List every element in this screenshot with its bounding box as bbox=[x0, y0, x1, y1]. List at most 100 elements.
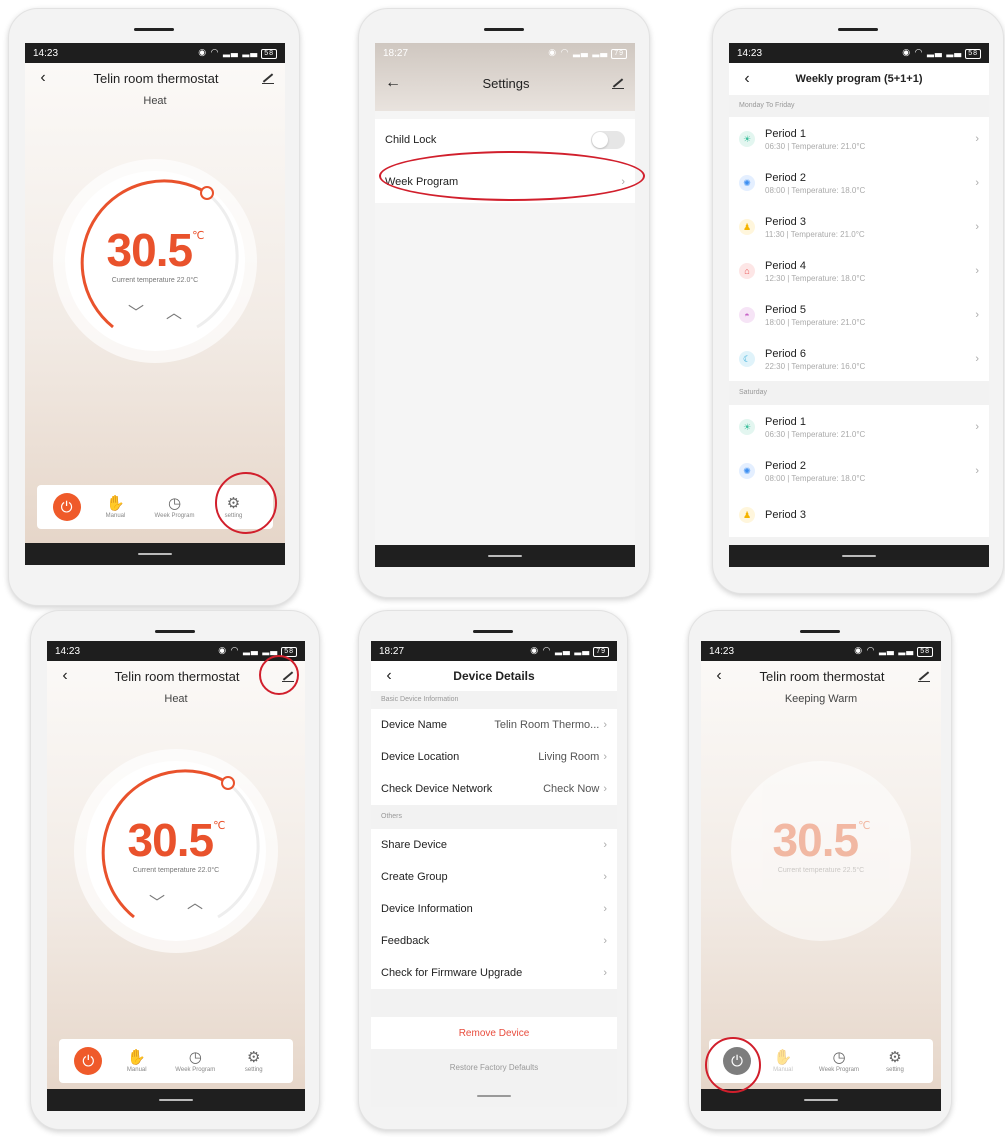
screen-settings: 18:27 ◉ ◠ ▂▃ ▂▃ 79 ← Settings Child Lock … bbox=[375, 43, 635, 567]
highlight-circle-setting bbox=[215, 472, 277, 534]
period-row[interactable]: ☀ Period 1 06:30 | Temperature: 21.0°C › bbox=[729, 405, 989, 449]
manual-label: Manual bbox=[105, 513, 126, 519]
back-icon[interactable]: ‹ bbox=[739, 71, 755, 87]
edit-icon[interactable] bbox=[917, 669, 931, 683]
period-row[interactable]: ☀ Period 1 06:30 | Temperature: 21.0°C › bbox=[729, 117, 989, 161]
battery-icon: 58 bbox=[965, 49, 981, 59]
sun-icon: ✺ bbox=[739, 463, 755, 479]
setting-button[interactable]: ⚙ setting bbox=[871, 1049, 919, 1073]
power-button[interactable]: ⏻ bbox=[52, 493, 81, 521]
dial-arrows: ﹀︿ bbox=[86, 889, 266, 913]
manual-button[interactable]: ✋ Manual bbox=[759, 1049, 807, 1073]
temperature-dial: 30.5℃ Current temperature 22.5°C bbox=[731, 761, 911, 941]
status-icons: ◉ ◠ ▂▃ ▂▃ 58 bbox=[902, 47, 981, 59]
phone-speaker bbox=[484, 28, 524, 31]
status-time: 14:23 bbox=[737, 47, 763, 59]
period-name: Period 3 bbox=[765, 215, 806, 228]
setpoint-value: 30.5℃ bbox=[65, 223, 245, 277]
back-icon[interactable]: ‹ bbox=[381, 668, 397, 684]
decrease-icon[interactable]: ﹀ bbox=[128, 305, 166, 322]
feedback-row[interactable]: Feedback › bbox=[371, 925, 617, 957]
period-row[interactable]: ◓ Period 5 18:00 | Temperature: 21.0°C › bbox=[729, 293, 989, 337]
phone-keeping-warm: 14:23 ◉ ◠ ▂▃ ▂▃ 58 ‹ Telin room thermosta… bbox=[688, 610, 952, 1130]
setting-label: setting bbox=[244, 1067, 263, 1073]
status-bar: 18:27 ◉ ◠ ▂▃ ▂▃ 79 bbox=[375, 43, 635, 63]
chevron-right-icon: › bbox=[975, 133, 979, 145]
back-icon[interactable]: ‹ bbox=[711, 668, 727, 684]
phone-weekly-program: 14:23 ◉ ◠ ▂▃ ▂▃ 58 ‹ Weekly program (5+1+… bbox=[712, 8, 1004, 594]
home-indicator[interactable] bbox=[842, 555, 876, 557]
firmware-upgrade-row[interactable]: Check for Firmware Upgrade › bbox=[371, 957, 617, 989]
power-button[interactable]: ⏻ bbox=[74, 1047, 103, 1075]
decrease-icon[interactable]: ﹀ bbox=[149, 895, 187, 912]
row-value: Living Room bbox=[538, 751, 600, 763]
device-information-row[interactable]: Device Information › bbox=[371, 893, 617, 925]
clock-icon: ◷ bbox=[167, 495, 182, 512]
sunrise-icon: ☀ bbox=[739, 419, 755, 435]
manual-button[interactable]: ✋ Manual bbox=[92, 495, 140, 519]
chevron-right-icon: › bbox=[603, 839, 607, 851]
period-row[interactable]: ✺ Period 2 08:00 | Temperature: 18.0°C › bbox=[729, 161, 989, 205]
phone-speaker bbox=[155, 630, 195, 633]
chevron-right-icon: › bbox=[975, 221, 979, 233]
chevron-right-icon: › bbox=[975, 353, 979, 365]
temperature-dial[interactable]: 30.5℃ Current temperature 22.0°C ﹀︿ bbox=[65, 171, 245, 351]
edit-icon[interactable] bbox=[261, 71, 275, 85]
week-program-button[interactable]: ◷ Week Program bbox=[151, 495, 199, 519]
restore-defaults-button[interactable]: Restore Factory Defaults bbox=[371, 1063, 617, 1072]
page-title: Settings bbox=[482, 75, 530, 91]
increase-icon[interactable]: ︿ bbox=[166, 305, 204, 322]
home-indicator[interactable] bbox=[488, 555, 522, 557]
screen-weekly-program: 14:23 ◉ ◠ ▂▃ ▂▃ 58 ‹ Weekly program (5+1+… bbox=[729, 43, 989, 567]
mode-label: Heat bbox=[164, 693, 188, 705]
week-program-button[interactable]: ◷ Week Program bbox=[815, 1049, 863, 1073]
bottom-control-bar: ⏻ ✋ Manual ◷ Week Program ⚙ setting bbox=[59, 1039, 293, 1083]
chevron-right-icon: › bbox=[975, 465, 979, 477]
edit-icon[interactable] bbox=[611, 76, 625, 90]
remove-device-button[interactable]: Remove Device bbox=[371, 1017, 617, 1049]
page-title: Weekly program (5+1+1) bbox=[795, 73, 923, 85]
phone-thermostat-edit: 14:23 ◉ ◠ ▂▃ ▂▃ 58 ‹ Telin room thermosta… bbox=[30, 610, 320, 1130]
period-row[interactable]: ♟ Period 3 bbox=[729, 493, 989, 537]
row-value: Check Now bbox=[543, 783, 600, 795]
back-icon[interactable]: ‹ bbox=[57, 668, 73, 684]
period-row[interactable]: ⌂ Period 4 12:30 | Temperature: 18.0°C › bbox=[729, 249, 989, 293]
period-detail: 22:30 | Temperature: 16.0°C bbox=[765, 361, 866, 371]
device-location-row[interactable]: Device Location Living Room › bbox=[371, 741, 617, 773]
row-label: Check for Firmware Upgrade bbox=[381, 967, 523, 979]
period-row[interactable]: ♟ Period 3 11:30 | Temperature: 21.0°C › bbox=[729, 205, 989, 249]
temperature-dial[interactable]: 30.5℃ Current temperature 22.0°C ﹀︿ bbox=[86, 761, 266, 941]
hand-icon: ✋ bbox=[106, 495, 125, 512]
device-name-row[interactable]: Device Name Telin Room Thermo... › bbox=[371, 709, 617, 741]
sun-icon: ✺ bbox=[739, 175, 755, 191]
restore-defaults-label: Restore Factory Defaults bbox=[449, 1063, 539, 1072]
week-program-button[interactable]: ◷ Week Program bbox=[171, 1049, 219, 1073]
setting-button[interactable]: ⚙ setting bbox=[230, 1049, 278, 1073]
chevron-right-icon: › bbox=[975, 265, 979, 277]
setting-label: setting bbox=[886, 1067, 904, 1073]
increase-icon[interactable]: ︿ bbox=[187, 895, 225, 912]
back-icon[interactable]: ‹ bbox=[35, 70, 51, 86]
home-indicator[interactable] bbox=[804, 1099, 838, 1101]
manual-button[interactable]: ✋ Manual bbox=[113, 1049, 161, 1073]
share-device-row[interactable]: Share Device › bbox=[371, 829, 617, 861]
person-icon: ♟ bbox=[739, 219, 755, 235]
highlight-circle-week-program bbox=[379, 151, 645, 201]
back-arrow-icon[interactable]: ← bbox=[385, 75, 401, 91]
temperature-unit: ℃ bbox=[858, 820, 870, 832]
child-lock-label: Child Lock bbox=[385, 134, 437, 146]
period-row[interactable]: ✺ Period 2 08:00 | Temperature: 18.0°C › bbox=[729, 449, 989, 493]
period-row[interactable]: ☾ Period 6 22:30 | Temperature: 16.0°C › bbox=[729, 337, 989, 381]
check-network-row[interactable]: Check Device Network Check Now › bbox=[371, 773, 617, 805]
moon-icon: ☾ bbox=[739, 351, 755, 367]
row-label: Feedback bbox=[381, 935, 430, 947]
child-lock-toggle[interactable] bbox=[591, 131, 625, 149]
page-title: Telin room thermostat bbox=[114, 668, 240, 684]
home-indicator[interactable] bbox=[159, 1099, 193, 1101]
home-indicator[interactable] bbox=[477, 1095, 511, 1097]
current-temperature: Current temperature 22.0°C bbox=[111, 277, 199, 284]
home-indicator[interactable] bbox=[138, 553, 172, 555]
create-group-row[interactable]: Create Group › bbox=[371, 861, 617, 893]
